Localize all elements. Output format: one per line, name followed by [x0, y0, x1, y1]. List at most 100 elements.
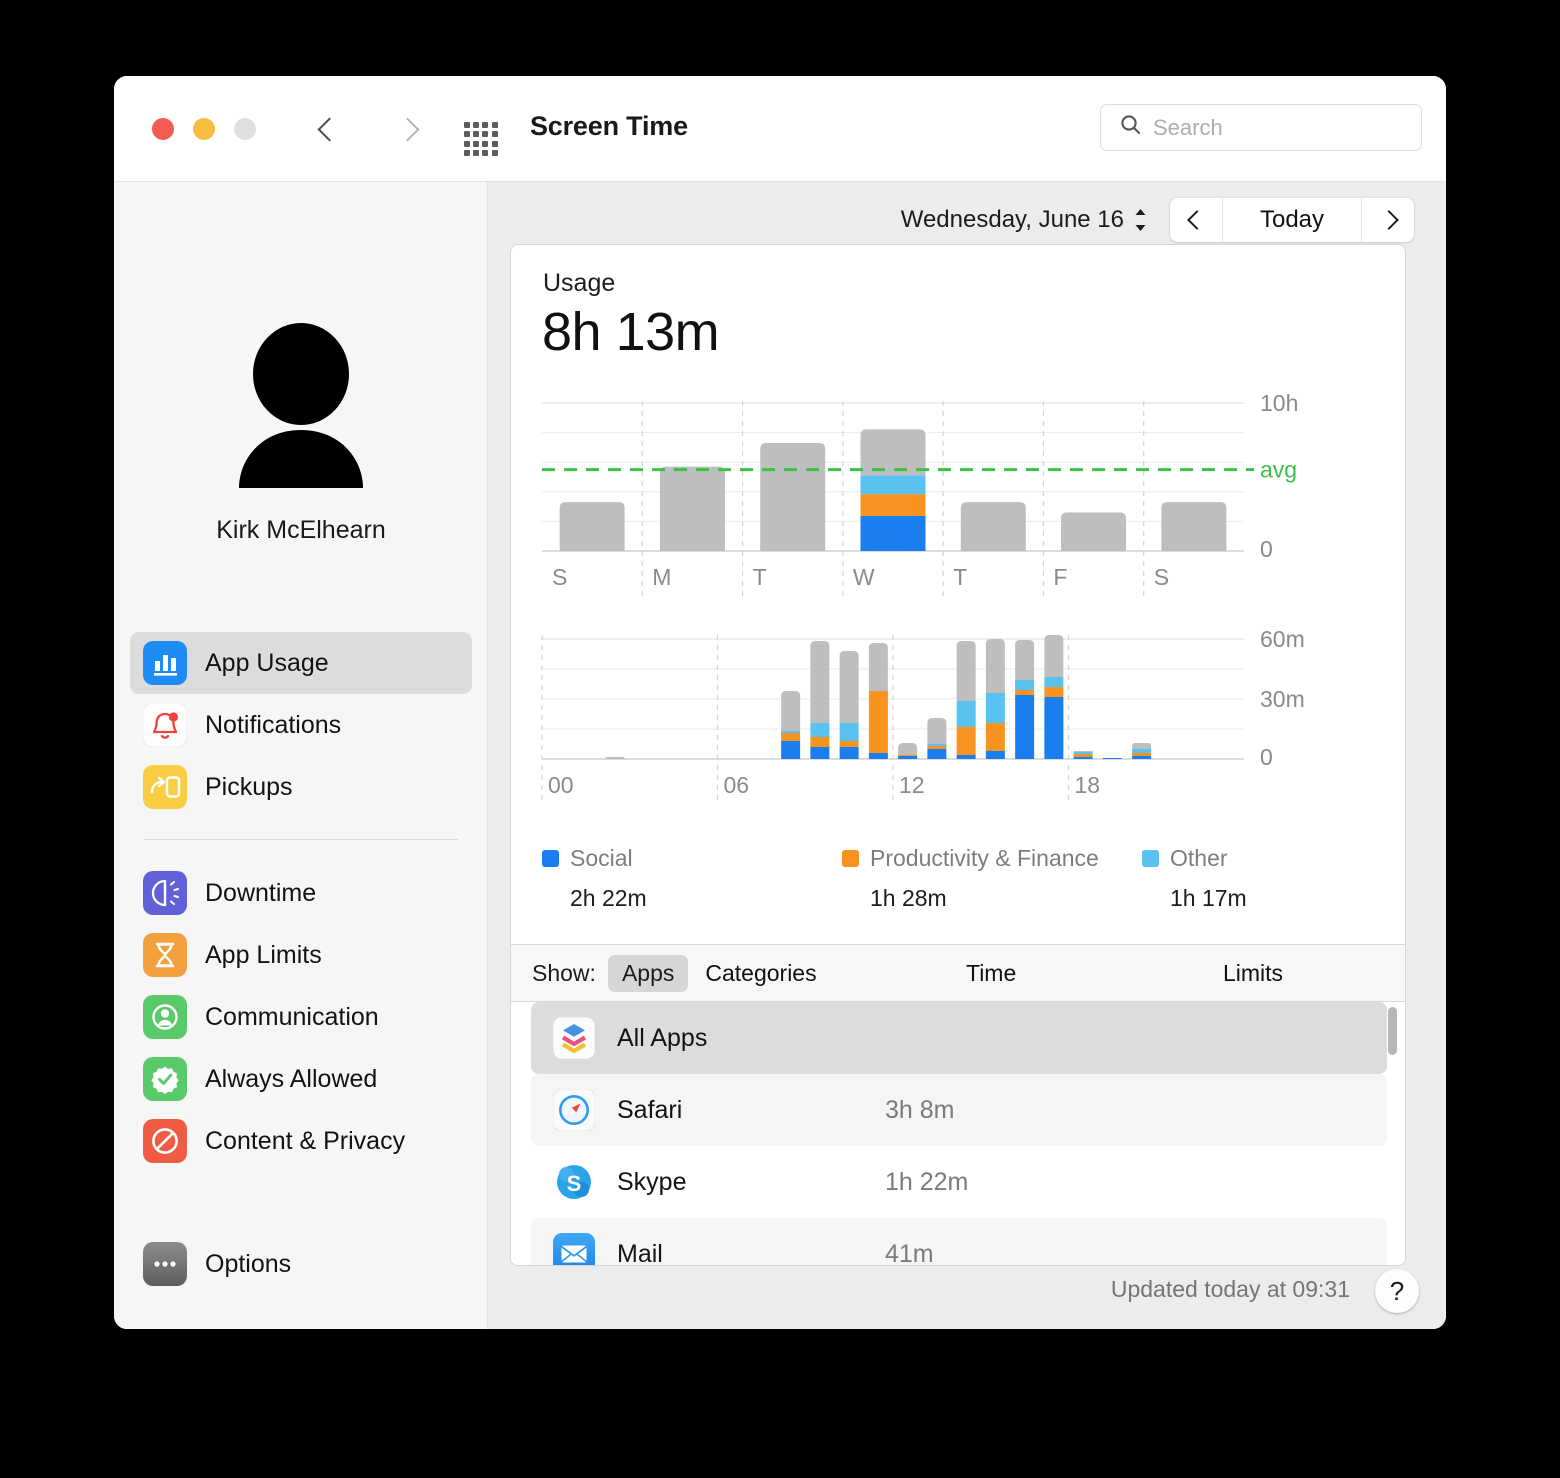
svg-text:F: F	[1053, 564, 1067, 590]
legend-swatch-other	[1142, 850, 1159, 867]
app-name: Skype	[617, 1167, 687, 1196]
sidebar-footer: Options	[114, 1233, 488, 1295]
show-label: Show:	[532, 959, 596, 986]
date-value: Wednesday, June 16	[900, 206, 1124, 233]
tab-categories[interactable]: Categories	[705, 960, 816, 987]
check-badge-icon	[143, 1057, 187, 1101]
chevron-left-icon	[1189, 207, 1204, 233]
date-navigation: Wednesday, June 16 Today	[901, 198, 1414, 242]
chevron-right-icon	[398, 116, 413, 142]
sidebar-item-label: Options	[205, 1249, 292, 1278]
sidebar-item-communication[interactable]: Communication	[130, 986, 472, 1048]
scrollbar-thumb[interactable]	[1388, 1007, 1397, 1055]
legend-time: 1h 17m	[1170, 885, 1247, 911]
hourglass-icon	[143, 933, 187, 977]
app-list: All Apps Safari 3h 8m S Skype 1h 22m Mai…	[511, 1002, 1405, 1266]
search-placeholder: Search	[1153, 114, 1223, 140]
sidebar: Kirk McElhearn App Usage Notifications P…	[114, 182, 488, 1329]
svg-text:T: T	[753, 564, 767, 590]
svg-text:T: T	[953, 564, 967, 590]
app-time: 3h 8m	[885, 1095, 955, 1124]
legend-item-productivity: Productivity & Finance 1h 28m	[842, 845, 1142, 912]
forward-button[interactable]	[386, 110, 424, 148]
sidebar-item-always-allowed[interactable]: Always Allowed	[130, 1048, 472, 1110]
bell-icon	[142, 702, 188, 748]
sidebar-item-options[interactable]: Options	[130, 1233, 472, 1295]
sidebar-item-label: Communication	[205, 1002, 379, 1031]
legend-label: Other	[1170, 845, 1228, 871]
help-button[interactable]: ?	[1375, 1269, 1419, 1313]
ellipsis-icon	[143, 1242, 187, 1286]
table-row[interactable]: Mail 41m	[531, 1218, 1387, 1266]
search-field[interactable]: Search	[1100, 104, 1422, 151]
updated-timestamp: Updated today at 09:31	[1110, 1276, 1350, 1302]
tab-apps[interactable]: Apps	[607, 954, 689, 992]
svg-text:10h: 10h	[1260, 390, 1298, 416]
sidebar-item-notifications[interactable]: Notifications	[130, 694, 472, 756]
table-row[interactable]: Safari 3h 8m	[531, 1074, 1387, 1146]
moon-clock-icon	[143, 871, 187, 915]
legend-time: 1h 28m	[870, 885, 947, 911]
app-list-scrollbar[interactable]	[1388, 1007, 1397, 1257]
date-segmented-control: Today	[1170, 198, 1414, 242]
sidebar-item-pickups[interactable]: Pickups	[130, 756, 472, 818]
layers-icon	[552, 1016, 596, 1060]
pickup-icon	[143, 765, 187, 809]
person-icon	[143, 995, 187, 1039]
search-icon	[1119, 113, 1143, 142]
sidebar-item-downtime[interactable]: Downtime	[130, 862, 472, 924]
sidebar-item-label: Always Allowed	[205, 1064, 378, 1093]
next-day-button[interactable]	[1362, 198, 1414, 242]
column-header-limits: Limits	[1223, 959, 1284, 986]
svg-text:60m: 60m	[1260, 626, 1305, 652]
svg-text:avg: avg	[1260, 457, 1297, 483]
chevron-left-icon	[320, 116, 335, 142]
svg-text:00: 00	[548, 772, 574, 798]
legend-time: 2h 22m	[570, 885, 647, 911]
show-all-preferences-icon[interactable]	[464, 120, 504, 158]
table-row[interactable]: S Skype 1h 22m	[531, 1146, 1387, 1218]
svg-text:06: 06	[724, 772, 750, 798]
main-content: Wednesday, June 16 Today Usage 8h 13m S …	[488, 182, 1446, 1329]
sidebar-item-label: Downtime	[205, 878, 317, 907]
usage-card: Usage 8h 13m S M T W T F Savg 10h 0 00 06 12 18 60m 30…	[510, 244, 1406, 1266]
svg-text:0: 0	[1260, 744, 1273, 770]
legend-item-other: Other 1h 17m	[1142, 845, 1342, 912]
svg-text:S: S	[567, 1171, 582, 1196]
sidebar-nav: App Usage Notifications Pickups Downtime…	[114, 632, 488, 1172]
svg-text:0: 0	[1260, 536, 1273, 562]
svg-text:12: 12	[899, 772, 925, 798]
bar-chart-icon	[143, 641, 187, 685]
app-time: 41m	[885, 1239, 934, 1266]
sidebar-item-label: App Usage	[205, 648, 329, 677]
close-button[interactable]	[152, 118, 174, 140]
sidebar-item-label: Content & Privacy	[205, 1126, 406, 1155]
today-button[interactable]: Today	[1222, 198, 1362, 242]
svg-text:W: W	[853, 564, 875, 590]
usage-chart-svg: S M T W T F Savg10h000 06 12 1860m30m0	[541, 390, 1305, 803]
previous-day-button[interactable]	[1170, 198, 1222, 242]
minimize-button[interactable]	[193, 118, 215, 140]
back-button[interactable]	[308, 110, 346, 148]
legend-item-social: Social 2h 22m	[542, 845, 842, 912]
show-toolbar: Show: Apps Categories Time Limits	[511, 944, 1405, 1002]
column-header-time: Time	[966, 959, 1017, 986]
svg-text:M: M	[652, 564, 671, 590]
sidebar-item-label: Pickups	[205, 772, 293, 801]
sidebar-item-label: App Limits	[205, 940, 322, 969]
svg-text:18: 18	[1075, 772, 1101, 798]
screen-time-window: Screen Time Search Kirk McElhearn App Us…	[114, 76, 1446, 1329]
legend-label: Productivity & Finance	[870, 845, 1099, 871]
sidebar-item-app-usage[interactable]: App Usage	[130, 632, 472, 694]
sidebar-item-label: Notifications	[205, 710, 342, 739]
sidebar-item-content-privacy[interactable]: Content & Privacy	[130, 1110, 472, 1172]
user-profile: Kirk McElhearn	[114, 322, 488, 545]
prohibit-icon	[143, 1119, 187, 1163]
table-row[interactable]: All Apps	[531, 1002, 1387, 1074]
date-picker[interactable]: Wednesday, June 16	[901, 206, 1148, 234]
stepper-icon[interactable]	[1133, 207, 1148, 233]
category-legend: Social 2h 22m Productivity & Finance 1h …	[511, 845, 1405, 912]
skype-icon: S	[553, 1161, 595, 1203]
sidebar-item-app-limits[interactable]: App Limits	[130, 924, 472, 986]
zoom-button[interactable]	[234, 118, 256, 140]
